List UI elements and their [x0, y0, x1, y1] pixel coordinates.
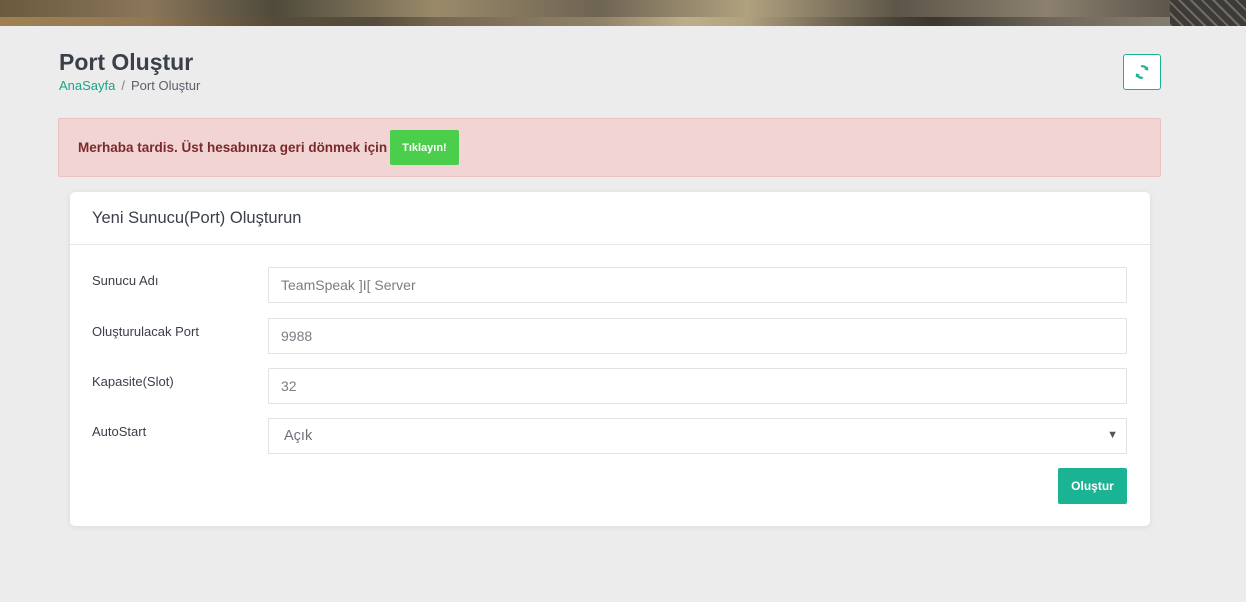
card-title: Yeni Sunucu(Port) Oluşturun	[70, 192, 1150, 245]
autostart-select[interactable]: Açık ▼	[268, 418, 1127, 454]
breadcrumb-home-link[interactable]: AnaSayfa	[59, 78, 115, 93]
autostart-label: AutoStart	[92, 424, 147, 439]
server-name-input[interactable]	[268, 267, 1127, 303]
page-title: Port Oluştur	[59, 49, 194, 75]
alert-banner: Merhaba tardis. Üst hesabınıza geri dönm…	[58, 118, 1161, 177]
create-port-card: Yeni Sunucu(Port) Oluşturun Sunucu Adı O…	[70, 192, 1150, 526]
capacity-label: Kapasite(Slot)	[92, 374, 174, 389]
server-name-label: Sunucu Adı	[92, 273, 159, 288]
header-banner-image	[0, 0, 1246, 26]
alert-message: Merhaba tardis. Üst hesabınıza geri dönm…	[78, 140, 388, 155]
refresh-icon	[1135, 65, 1149, 79]
port-input[interactable]	[268, 318, 1127, 354]
banner-city-lights	[0, 17, 1246, 26]
port-row: Oluşturulacak Port	[70, 318, 1150, 354]
port-label: Oluşturulacak Port	[92, 324, 199, 339]
banner-tower	[1170, 0, 1246, 26]
create-button[interactable]: Oluştur	[1058, 468, 1127, 504]
capacity-row: Kapasite(Slot)	[70, 368, 1150, 404]
breadcrumb: AnaSayfa / Port Oluştur	[59, 78, 200, 93]
refresh-button[interactable]	[1123, 54, 1161, 90]
autostart-row: AutoStart Açık ▼	[70, 418, 1150, 454]
server-name-row: Sunucu Adı	[70, 267, 1150, 303]
capacity-input[interactable]	[268, 368, 1127, 404]
return-to-parent-account-button[interactable]: Tıklayın!	[390, 130, 459, 165]
autostart-selected-value: Açık	[284, 428, 313, 444]
chevron-down-icon: ▼	[1107, 429, 1118, 441]
breadcrumb-separator: /	[121, 78, 125, 93]
breadcrumb-current: Port Oluştur	[131, 78, 201, 93]
